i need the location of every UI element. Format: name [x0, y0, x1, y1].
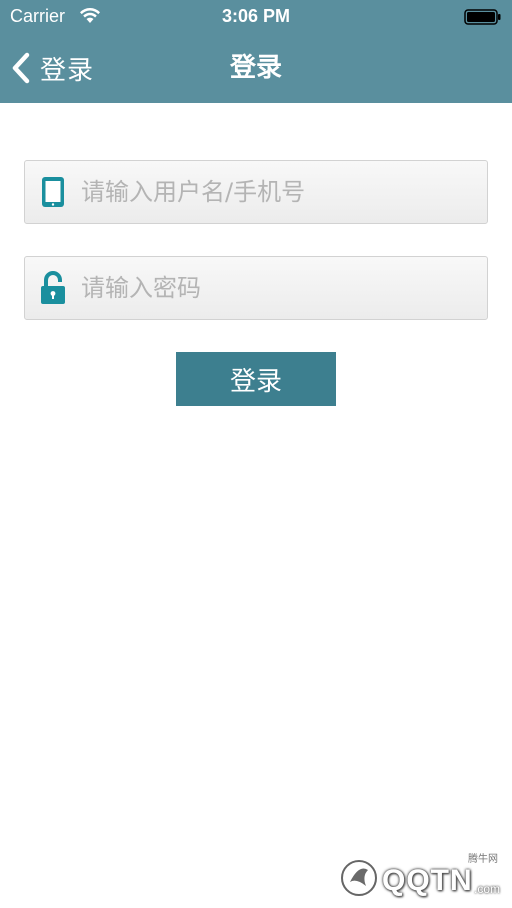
- battery-icon: [464, 9, 501, 25]
- watermark-domain-text: .com: [473, 882, 500, 896]
- status-bar: Carrier 3:06 PM: [0, 0, 512, 34]
- password-input[interactable]: [81, 258, 487, 318]
- password-field[interactable]: [24, 256, 488, 320]
- login-button[interactable]: 登录: [176, 352, 336, 406]
- page-title: 登录: [229, 53, 282, 83]
- username-field[interactable]: [24, 160, 488, 224]
- nav-bar: 登录 登录: [0, 34, 512, 103]
- username-input[interactable]: [81, 162, 487, 222]
- watermark-main-text: QQTN: [382, 864, 473, 897]
- phone-icon: [42, 177, 64, 207]
- status-time: 3:06 PM: [221, 6, 291, 26]
- watermark: 腾牛网 QQTN .com: [336, 850, 506, 900]
- unlock-icon: [41, 271, 65, 304]
- watermark-small-text: 腾牛网: [468, 854, 498, 865]
- watermark-logo-icon: [341, 860, 377, 896]
- app-header: Carrier 3:06 PM 登录 登录: [0, 0, 512, 103]
